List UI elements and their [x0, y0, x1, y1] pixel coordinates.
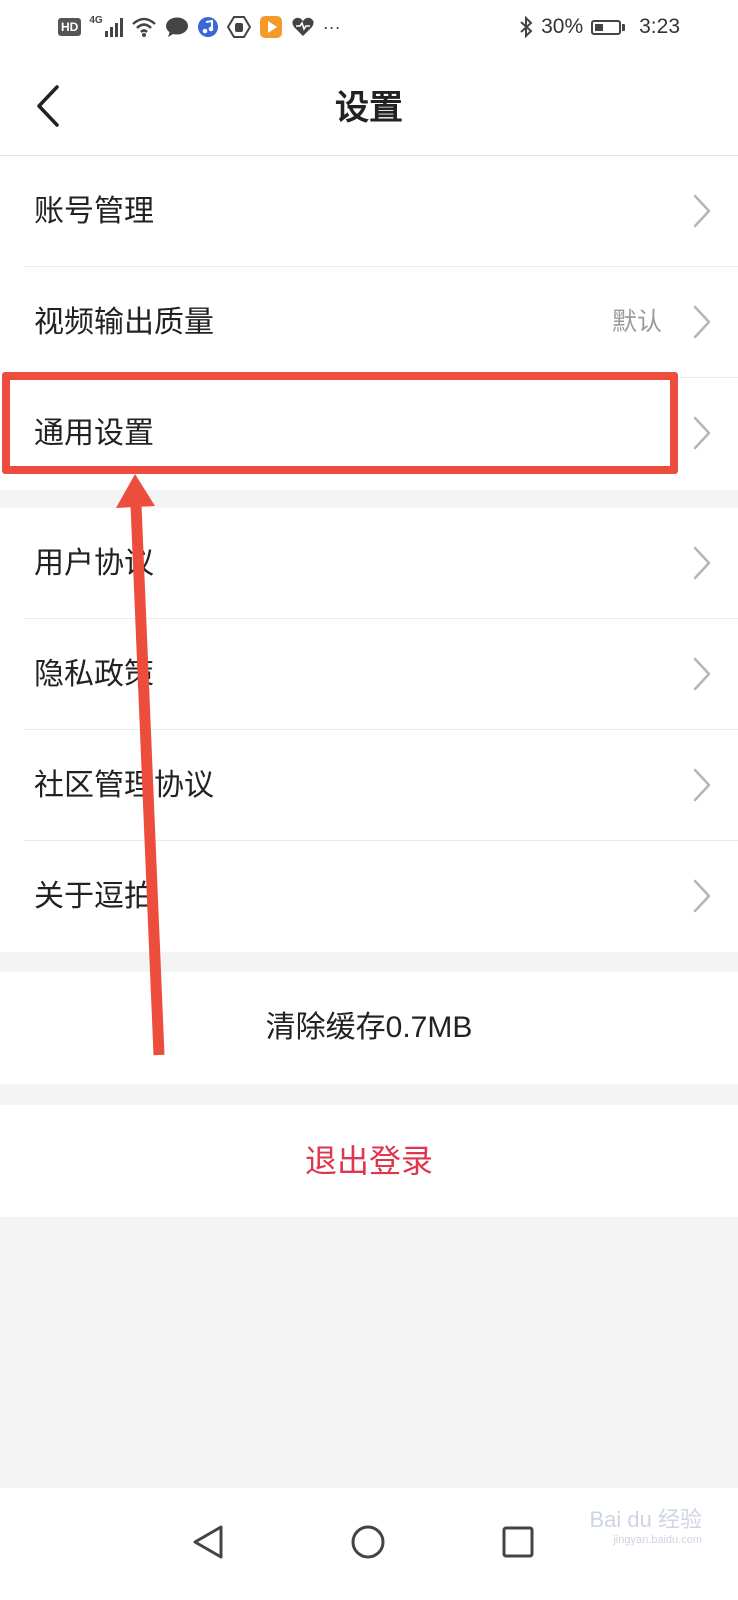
settings-item-account-management[interactable]: 账号管理	[0, 156, 738, 267]
music-app-icon	[197, 16, 219, 38]
chevron-right-icon	[693, 657, 711, 691]
chevron-right-icon	[693, 768, 711, 802]
settings-group-about: 用户协议 隐私政策 社区管理协议 关于逗拍	[0, 508, 738, 952]
triangle-back-icon	[193, 1525, 223, 1559]
status-bar: HD 4G ··· 30% 3:23	[0, 0, 738, 56]
clear-cache-button[interactable]: 清除缓存0.7MB	[0, 972, 738, 1084]
signal-icon	[104, 17, 123, 37]
logout-label: 退出登录	[304, 1143, 433, 1179]
health-app-icon	[291, 16, 315, 38]
header-bar: 设置	[0, 56, 738, 156]
settings-item-privacy-policy[interactable]: 隐私政策	[0, 619, 738, 730]
wifi-icon	[131, 16, 157, 38]
battery-percent: 30%	[541, 15, 584, 38]
message-icon	[165, 16, 189, 38]
chevron-right-icon	[693, 305, 711, 339]
settings-item-label: 隐私政策	[34, 658, 154, 691]
hand-app-icon	[226, 15, 251, 39]
clear-cache-label: 清除缓存0.7MB	[265, 1011, 473, 1044]
chevron-right-icon	[693, 416, 711, 450]
bluetooth-icon	[519, 15, 533, 39]
settings-item-about[interactable]: 关于逗拍	[0, 841, 738, 952]
video-app-icon	[259, 15, 283, 39]
settings-item-label: 关于逗拍	[34, 880, 154, 913]
nav-recents-button[interactable]	[494, 1518, 542, 1566]
settings-item-label: 视频输出质量	[34, 306, 214, 339]
highlight-box	[2, 372, 678, 474]
settings-item-video-quality[interactable]: 视频输出质量 默认	[0, 267, 738, 378]
page-title: 设置	[335, 89, 403, 127]
settings-item-community-agreement[interactable]: 社区管理协议	[0, 730, 738, 841]
settings-item-value: 默认	[611, 308, 662, 336]
nav-home-button[interactable]	[344, 1518, 392, 1566]
more-notifications-icon: ···	[322, 16, 341, 37]
circle-home-icon	[351, 1525, 385, 1559]
hd-badge: HD	[58, 18, 82, 36]
nav-back-button[interactable]	[184, 1518, 232, 1566]
settings-item-label: 用户协议	[34, 547, 154, 580]
network-type: 4G	[89, 14, 103, 26]
chevron-right-icon	[693, 546, 711, 580]
settings-item-label: 账号管理	[34, 195, 154, 228]
watermark-url: jingyan.baidu.com	[613, 1534, 702, 1546]
square-recents-icon	[502, 1526, 534, 1558]
settings-item-label: 社区管理协议	[34, 769, 214, 802]
clock: 3:23	[639, 15, 680, 38]
chevron-right-icon	[693, 879, 711, 913]
chevron-right-icon	[693, 194, 711, 228]
settings-item-user-agreement[interactable]: 用户协议	[0, 508, 738, 619]
logout-button[interactable]: 退出登录	[0, 1105, 738, 1217]
watermark: Bai du 经验 jingyan.baidu.com	[590, 1502, 703, 1546]
watermark-text: Bai du 经验	[589, 1507, 703, 1532]
battery-icon	[591, 19, 626, 35]
